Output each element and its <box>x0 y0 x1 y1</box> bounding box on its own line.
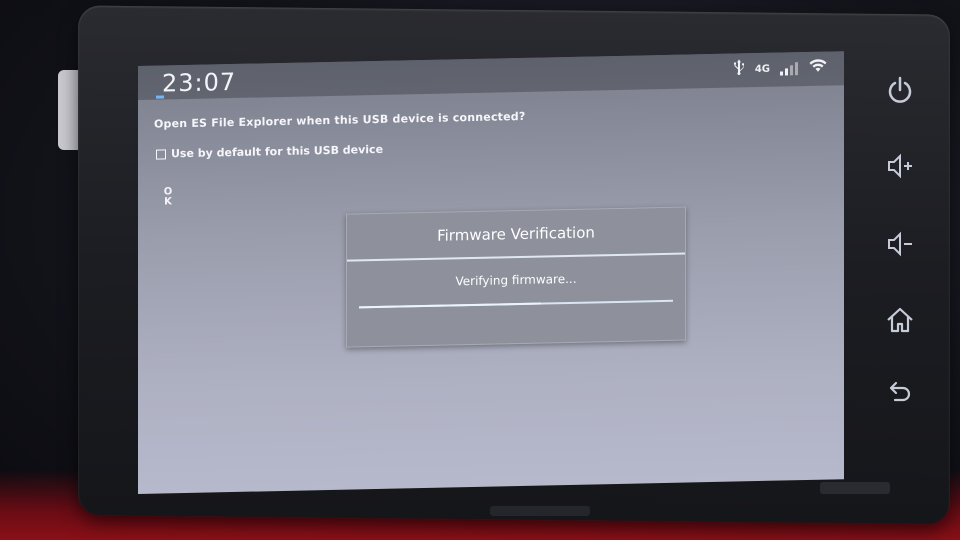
firmware-verification-dialog: Firmware Verification Verifying firmware… <box>346 206 686 348</box>
display-screen: 23:07 4G Open ES File Explorer when this… <box>138 51 844 495</box>
verification-progress-fill <box>359 302 542 309</box>
ok-button[interactable]: OK <box>162 186 174 207</box>
status-clock: 23:07 <box>162 67 237 98</box>
status-icons: 4G <box>733 58 828 80</box>
use-by-default-label: Use by default for this USB device <box>171 142 384 161</box>
bezel-foot <box>490 506 590 516</box>
dialog-message: Verifying firmware... <box>455 271 577 289</box>
usb-prompt-question: Open ES File Explorer when this USB devi… <box>154 109 526 131</box>
usb-icon <box>733 59 745 79</box>
verification-progress-bar <box>359 299 673 309</box>
home-icon[interactable] <box>880 305 920 345</box>
use-by-default-checkbox[interactable] <box>156 148 166 160</box>
dialog-title: Firmware Verification <box>437 223 595 245</box>
signal-icon <box>780 61 798 76</box>
power-icon[interactable] <box>880 75 920 115</box>
volume-down-icon[interactable] <box>880 229 920 269</box>
back-icon[interactable] <box>880 377 920 417</box>
hardware-buttons <box>870 75 930 415</box>
volume-up-icon[interactable] <box>880 151 920 191</box>
network-type-label: 4G <box>754 63 770 75</box>
clock-indicator <box>156 95 164 99</box>
use-by-default-row[interactable]: Use by default for this USB device <box>156 143 383 161</box>
dialog-divider <box>347 252 685 262</box>
wifi-icon <box>808 58 828 78</box>
bezel-foot <box>820 482 890 494</box>
